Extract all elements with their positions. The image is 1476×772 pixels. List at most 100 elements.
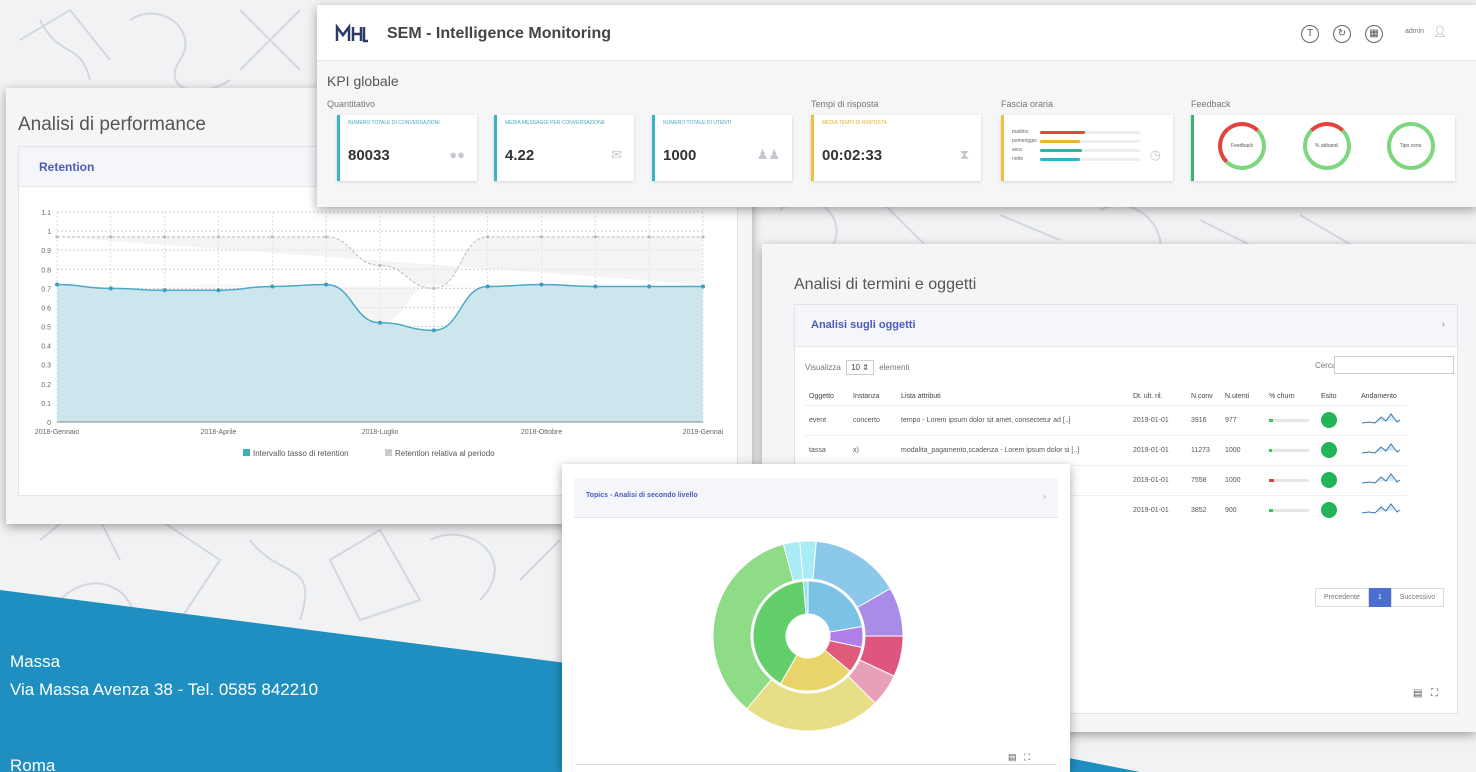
andamento-cell xyxy=(1357,464,1407,495)
export-icon[interactable]: ▤ xyxy=(1008,752,1017,763)
col-nutenti[interactable]: N.utenti xyxy=(1221,389,1265,405)
fascia-bar-fill xyxy=(1040,158,1080,161)
legend-swatch xyxy=(385,449,392,456)
col-nconv[interactable]: N.conv xyxy=(1187,389,1221,405)
kpi-title: KPI globale xyxy=(327,73,399,89)
x-tick-label: 2019-Gennai xyxy=(683,429,724,436)
data-point xyxy=(163,235,167,239)
churn-cell xyxy=(1265,404,1317,435)
table-row[interactable]: event concerto tempo - Lorem ipsum dolor s… xyxy=(805,404,1407,435)
contact-city-massa: Massa xyxy=(10,652,61,671)
data-point xyxy=(701,284,705,289)
user-icon[interactable]: 👤︎ xyxy=(1433,25,1447,38)
search-input[interactable] xyxy=(1334,356,1454,374)
col-esito[interactable]: Esito xyxy=(1317,389,1357,405)
col-churn[interactable]: % churn xyxy=(1265,389,1317,405)
topics-title-text: Topics - Analisi di secondo livello xyxy=(586,492,698,499)
admin-label[interactable]: admin xyxy=(1405,28,1424,35)
chart-icon[interactable]: ▦ xyxy=(1365,25,1383,43)
table-row[interactable]: tassa x) modalita_pagamento,scadenza - Lor… xyxy=(805,434,1407,465)
data-point xyxy=(432,286,436,290)
fullscreen-icon[interactable]: ⛶ xyxy=(1024,752,1030,763)
termini-title: Analisi di termini e oggetti xyxy=(794,276,977,293)
andamento-cell xyxy=(1357,434,1407,465)
clock-icon: ◷ xyxy=(1149,147,1161,162)
data-point xyxy=(55,235,59,239)
y-tick-label: 0.8 xyxy=(41,267,51,274)
fascia-bar-fill xyxy=(1040,149,1082,152)
abbandono-ring[interactable]: % abband. xyxy=(1303,122,1351,170)
performance-title: Analisi di performance xyxy=(18,114,206,135)
y-tick-label: 0.6 xyxy=(41,305,51,312)
app-logo xyxy=(335,23,368,43)
fascia-bar-fill xyxy=(1040,140,1080,143)
chevron-right-icon[interactable]: › xyxy=(1043,492,1046,501)
fascia-bar-fill xyxy=(1040,131,1085,134)
col-istanza[interactable]: Instanza xyxy=(849,389,897,405)
data-point xyxy=(324,235,328,239)
col-attributi[interactable]: Lista attributi xyxy=(897,389,1129,405)
col-oggetto[interactable]: Oggetto xyxy=(805,389,849,405)
churn-bar xyxy=(1269,448,1309,452)
contact-line-massa: Via Massa Avenza 38 - Tel. 0585 842210 xyxy=(10,680,319,699)
oggetti-card-title[interactable]: Analisi sugli oggetti › xyxy=(795,305,1457,347)
filter-icon[interactable]: T xyxy=(1301,25,1319,43)
andamento-cell xyxy=(1357,494,1407,525)
table-cell: 3852 xyxy=(1187,494,1221,525)
churn-bar xyxy=(1269,508,1309,512)
legend-label: Intervallo tasso di retention xyxy=(253,449,349,458)
contact-city-roma: Roma xyxy=(10,756,56,772)
esito-indicator xyxy=(1321,472,1337,488)
esito-cell xyxy=(1317,464,1357,495)
data-point xyxy=(270,235,274,239)
andamento-cell xyxy=(1357,404,1407,435)
group-tempi: Tempi di risposta xyxy=(811,99,879,109)
refresh-icon[interactable]: ↻ xyxy=(1333,25,1351,43)
data-point xyxy=(701,235,705,239)
kpi-card-label: MEDIA TEMPI DI RISPOSTA xyxy=(822,120,887,126)
table-cell: concerto xyxy=(849,404,897,435)
y-tick-label: 0.5 xyxy=(41,325,51,332)
churn-cell xyxy=(1265,464,1317,495)
kpi-card-label: NUMERO TOTALE DI CONVERSAZIONI xyxy=(348,120,440,126)
y-tick-label: 0.7 xyxy=(41,286,51,293)
chat-icon: ●● xyxy=(449,147,465,162)
table-cell: 2019-01-01 xyxy=(1129,464,1187,495)
col-andamento[interactable]: Andamento xyxy=(1357,389,1407,405)
tipo-conv-ring[interactable]: Tipo conv. xyxy=(1387,122,1435,170)
kpi-card-messaggi: MEDIA MESSAGGI PER CONVERSAZIONE 4.22 ✉ xyxy=(494,115,634,181)
retention-chart: 0 0.1 0.2 0.3 0.4 0.5 0.6 0.7 0.8 0.9 1 1.1 2018-Gen… xyxy=(35,210,724,458)
kpi-card-value: 00:02:33 xyxy=(822,147,883,164)
esito-cell xyxy=(1317,494,1357,525)
churn-cell xyxy=(1265,434,1317,465)
esito-cell xyxy=(1317,434,1357,465)
fascia-oraria-card: mattino pomeriggio sera notte ◷ xyxy=(1001,115,1173,181)
table-cell: 7558 xyxy=(1187,464,1221,495)
page-length: Visualizza 10 ⇕ elementi xyxy=(805,360,909,375)
fascia-label: pomeriggio xyxy=(1012,138,1037,144)
fascia-label: sera xyxy=(1012,147,1022,153)
kpi-panel: SEM - Intelligence Monitoring T ↻ ▦ admi… xyxy=(317,5,1476,207)
table-cell: event xyxy=(805,404,849,435)
topics-title[interactable]: Topics - Analisi di secondo livello › xyxy=(574,478,1058,518)
kpi-card-tempi: MEDIA TEMPI DI RISPOSTA 00:02:33 ⧗ xyxy=(811,115,981,181)
data-point xyxy=(486,235,490,239)
page-length-select[interactable]: 10 ⇕ xyxy=(846,360,874,375)
envelope-icon: ✉ xyxy=(611,147,622,162)
kpi-card-utenti: NUMERO TOTALE DI UTENTI 1000 ♟♟ xyxy=(652,115,792,181)
chevron-right-icon[interactable]: › xyxy=(1442,319,1445,330)
show-suffix: elementi xyxy=(879,363,910,372)
sunburst-center xyxy=(788,616,828,656)
col-data[interactable]: Dt. ult. ril. xyxy=(1129,389,1187,405)
data-point xyxy=(485,284,490,289)
y-tick-label: 1.1 xyxy=(41,210,51,217)
y-tick-label: 0.3 xyxy=(41,363,51,370)
data-point xyxy=(431,328,436,333)
app-header: SEM - Intelligence Monitoring T ↻ ▦ admi… xyxy=(317,5,1476,61)
feedback-ring[interactable]: Feedback xyxy=(1218,122,1266,170)
table-cell: tassa xyxy=(805,434,849,465)
hourglass-icon: ⧗ xyxy=(959,147,969,162)
x-tick-label: 2018-Ottobre xyxy=(521,429,562,436)
esito-indicator xyxy=(1321,502,1337,519)
app-title: SEM - Intelligence Monitoring xyxy=(387,25,611,42)
